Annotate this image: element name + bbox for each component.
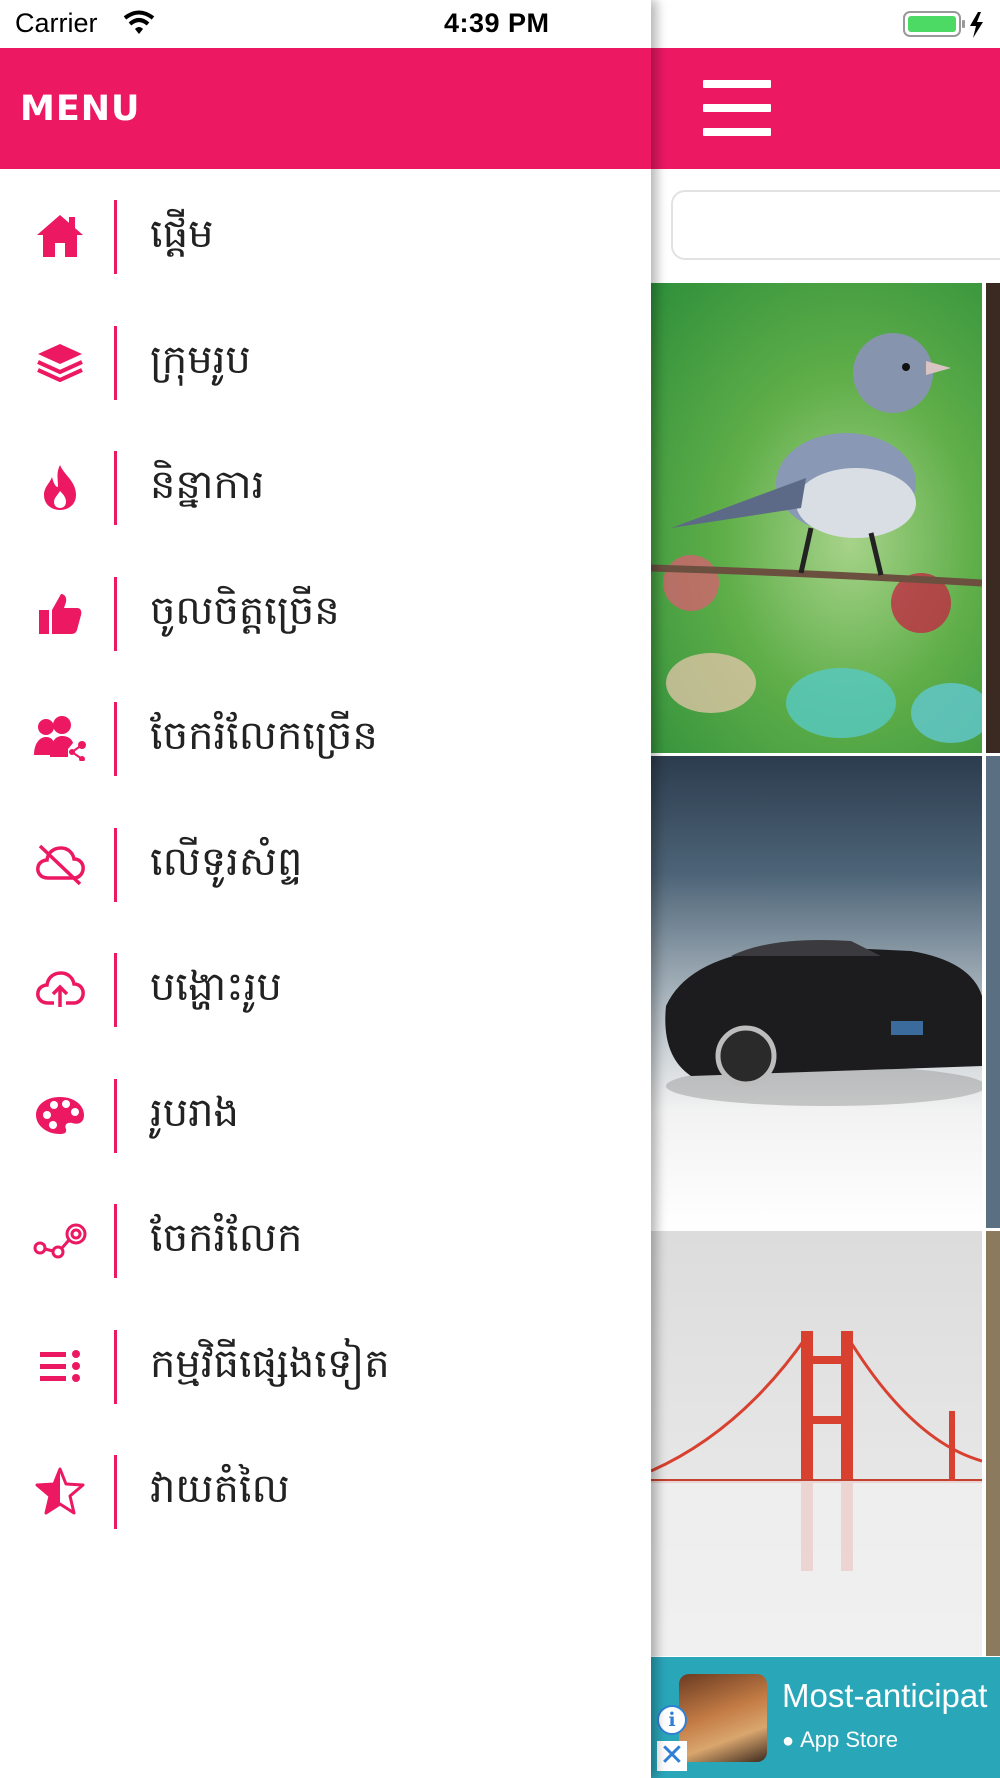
menu-divider <box>114 451 117 525</box>
user-share-icon <box>30 713 90 763</box>
gallery-photo-car[interactable] <box>651 756 982 1228</box>
menu-item-label: ផ្ដើម <box>150 211 214 257</box>
menu-item-label: និន្នាការ <box>150 462 265 508</box>
menu-item-label: កម្មវិធីផ្សេងទៀត <box>150 1340 390 1387</box>
ad-thumbnail <box>679 1674 767 1762</box>
menu-item-label: វាយតំលៃ <box>150 1466 290 1512</box>
gallery-photo-edge[interactable] <box>986 283 1000 753</box>
fire-icon <box>30 462 90 512</box>
search-input[interactable] <box>671 190 1000 260</box>
info-icon[interactable]: i <box>657 1705 687 1735</box>
cloud-off-icon <box>30 839 90 889</box>
menu-item-rate[interactable]: វាយតំលៃ <box>0 1429 651 1555</box>
apple-icon: ● <box>782 1730 795 1752</box>
ad-banner[interactable]: Most-anticipat ● App Store i ✕ <box>651 1657 1000 1778</box>
menu-item-on-phone[interactable]: លើទូរសំព្ទ <box>0 802 651 928</box>
menu-item-label: រូបរាង <box>150 1089 239 1136</box>
menu-item-trending[interactable]: និន្នាការ <box>0 425 651 551</box>
cloud-upload-icon <box>30 964 90 1014</box>
hamburger-menu-icon[interactable] <box>703 80 771 136</box>
list-icon <box>30 1341 90 1391</box>
menu-item-home[interactable]: ផ្ដើម <box>0 174 651 300</box>
menu-item-label: ចូលចិត្តច្រើន <box>150 587 340 634</box>
ad-title: Most-anticipat <box>782 1677 988 1714</box>
menu-list: ផ្ដើម ក្រុមរូប និន្នាការ ចូលចិត្តច្រើន ច… <box>0 174 651 1555</box>
share-nodes-icon <box>30 1215 90 1265</box>
menu-item-albums[interactable]: ក្រុមរូប <box>0 300 651 426</box>
menu-item-label: ក្រុមរូប <box>150 336 251 383</box>
star-half-icon <box>30 1466 90 1516</box>
menu-item-most-liked[interactable]: ចូលចិត្តច្រើន <box>0 551 651 677</box>
menu-divider <box>114 576 117 651</box>
layers-icon <box>30 337 90 387</box>
ad-store-text: App Store <box>800 1727 898 1752</box>
car-image <box>665 940 982 1106</box>
menu-item-label: ចែករំលែកច្រើន <box>150 713 378 759</box>
battery-icon <box>903 10 993 44</box>
status-time: 4:39 PM <box>444 8 550 38</box>
menu-divider <box>114 827 117 902</box>
menu-item-upload[interactable]: បង្ហោះរូប <box>0 927 651 1053</box>
drawer-header: MENU <box>0 48 651 169</box>
menu-item-theme[interactable]: រូបរាង <box>0 1053 651 1179</box>
menu-divider <box>114 1329 117 1404</box>
gallery-photo-bird[interactable] <box>651 283 982 753</box>
gallery-photo-edge[interactable] <box>986 756 1000 1228</box>
wifi-icon <box>122 10 156 40</box>
close-icon[interactable]: ✕ <box>657 1741 687 1771</box>
gallery-photo-edge[interactable] <box>986 1231 1000 1656</box>
menu-divider <box>114 953 117 1027</box>
menu-divider <box>114 325 117 400</box>
menu-divider <box>114 1455 117 1529</box>
bridge-image <box>651 1331 982 1656</box>
menu-divider <box>114 1204 117 1278</box>
menu-item-label: ចែករំលែក <box>150 1215 303 1261</box>
main-header <box>651 48 1000 169</box>
main-screen: Most-anticipat ● App Store i ✕ <box>651 0 1000 1778</box>
menu-item-other-apps[interactable]: កម្មវិធីផ្សេងទៀត <box>0 1304 651 1430</box>
menu-item-label: លើទូរសំព្ទ <box>150 838 303 885</box>
status-bar: Carrier 4:39 PM <box>0 0 1000 48</box>
menu-item-most-shared[interactable]: ចែករំលែកច្រើន <box>0 676 651 802</box>
home-icon <box>30 211 90 261</box>
menu-item-label: បង្ហោះរូប <box>150 964 282 1010</box>
gallery-photo-bridge[interactable] <box>651 1231 982 1656</box>
menu-divider <box>114 1078 117 1153</box>
thumbs-up-icon <box>30 588 90 638</box>
drawer-title: MENU <box>20 89 141 129</box>
bird-image <box>651 333 982 743</box>
ad-store-label: ● App Store <box>782 1727 898 1753</box>
palette-icon <box>30 1090 90 1140</box>
menu-item-share[interactable]: ចែករំលែក <box>0 1178 651 1304</box>
side-drawer: MENU ផ្ដើម ក្រុមរូប និន្នាការ ចូលចិត្តច្… <box>0 0 651 1778</box>
menu-divider <box>114 200 117 274</box>
menu-divider <box>114 702 117 776</box>
carrier-label: Carrier <box>15 8 98 38</box>
